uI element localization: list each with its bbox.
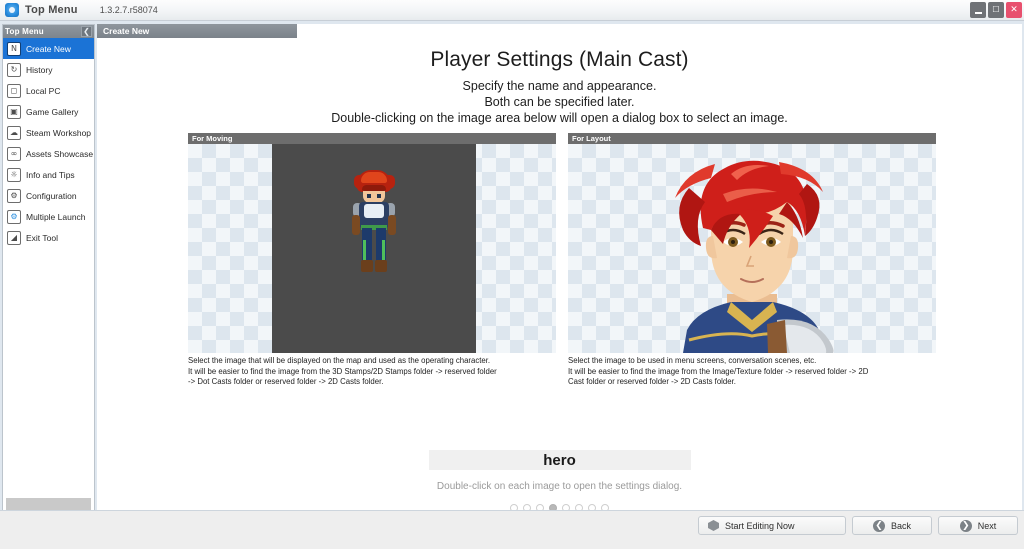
caption-line-1: Select the image to be used in menu scre… <box>568 356 817 365</box>
caption-line-3: Cast folder or reserved folder -> 2D Cas… <box>568 377 736 386</box>
sidebar-item-steam-workshop[interactable]: ☁ Steam Workshop <box>3 122 94 143</box>
panel-header: For Moving <box>188 133 556 144</box>
app-logo-icon <box>5 3 19 17</box>
link-chain-icon: ∞ <box>7 146 21 161</box>
sidebar-item-label: Configuration <box>26 190 77 201</box>
version-label: 1.3.2.7.r58074 <box>99 5 158 15</box>
subtitle-line-3: Double-clicking on the image area below … <box>331 111 788 125</box>
page-title: Player Settings (Main Cast) <box>430 48 689 71</box>
minimize-button[interactable] <box>970 2 986 18</box>
gear-icon: ⚙ <box>7 188 21 203</box>
caption-line-3: -> Dot Casts folder or reserved folder -… <box>188 377 384 386</box>
gallery-image-icon: ▣ <box>7 104 21 119</box>
panel-header-label: For Layout <box>572 134 611 143</box>
sidebar-item-assets-showcase[interactable]: ∞ Assets Showcase <box>3 143 94 164</box>
character-name-field[interactable]: hero <box>428 450 691 470</box>
sidebar-item-configuration[interactable]: ⚙ Configuration <box>3 185 94 206</box>
sidebar-item-exit-tool[interactable]: ◢ Exit Tool <box>3 227 94 248</box>
panel-for-moving[interactable]: For Moving <box>188 133 556 353</box>
start-editing-now-button[interactable]: Start Editing Now <box>698 516 846 535</box>
sidebar-item-label: Game Gallery <box>26 106 79 117</box>
tab-create-new[interactable]: Create New <box>97 24 297 38</box>
sidebar-item-label: History <box>26 64 53 75</box>
multi-launch-icon: ⚙ <box>7 209 21 224</box>
back-button[interactable]: ❮ Back <box>852 516 932 535</box>
page-subtitle: Specify the name and appearance. Both ca… <box>97 78 1022 126</box>
clock-history-icon: ↻ <box>7 62 21 77</box>
close-button[interactable]: ✕ <box>1006 2 1022 18</box>
sidebar-item-history[interactable]: ↻ History <box>3 59 94 80</box>
panel-header-label: For Moving <box>192 134 233 143</box>
maximize-button[interactable]: ☐ <box>988 2 1004 18</box>
caption-line-1: Select the image that will be displayed … <box>188 356 491 365</box>
sidebar-item-local-pc[interactable]: ◻ Local PC <box>3 80 94 101</box>
window-title: Top Menu <box>25 4 78 16</box>
character-name-value: hero <box>543 451 576 469</box>
window-controls: ☐ ✕ <box>970 2 1022 18</box>
footer-bar: Start Editing Now ❮ Back ❯ Next <box>0 510 1024 549</box>
anime-character-portrait <box>675 160 834 353</box>
sidebar-collapse-button[interactable]: ❮ <box>81 26 92 37</box>
tab-label: Create New <box>103 26 150 36</box>
panel-captions: Select the image that will be displayed … <box>188 356 936 388</box>
cloud-icon: ☁ <box>7 125 21 140</box>
footer-buttons: Start Editing Now ❮ Back ❯ Next <box>698 516 1018 535</box>
sidebar-header-label: Top Menu <box>5 27 44 36</box>
caption-line-2: It will be easier to find the image from… <box>568 366 869 376</box>
subtitle-line-1: Specify the name and appearance. <box>462 79 657 93</box>
sidebar-item-label: Create New <box>26 43 71 54</box>
pixel-art-character-sprite <box>351 170 397 288</box>
application-window: Top Menu 1.3.2.7.r58074 ☐ ✕ Top Menu ❮ N… <box>0 0 1024 549</box>
new-document-icon: N <box>7 41 21 56</box>
caption-for-layout: Select the image to be used in menu scre… <box>568 356 936 388</box>
desktop-pc-icon: ◻ <box>7 83 21 98</box>
start-editing-now-label: Start Editing Now <box>725 520 795 531</box>
panel-header: For Layout <box>568 133 936 144</box>
next-label: Next <box>977 520 997 531</box>
sidebar-header: Top Menu ❮ <box>3 25 94 38</box>
sidebar-item-label: Multiple Launch <box>26 211 86 222</box>
panel-for-layout[interactable]: For Layout <box>568 133 936 353</box>
image-panels: For Moving For Layout <box>188 133 936 353</box>
back-label: Back <box>890 520 911 531</box>
content-area: Player Settings (Main Cast) Specify the … <box>97 38 1022 510</box>
sidebar-item-multiple-launch[interactable]: ⚙ Multiple Launch <box>3 206 94 227</box>
sidebar-item-label: Steam Workshop <box>26 127 92 138</box>
tab-strip: Create New <box>97 24 1022 38</box>
sidebar-item-label: Local PC <box>26 85 61 96</box>
portrait-image-dropzone[interactable] <box>568 144 936 353</box>
sidebar-item-info-and-tips[interactable]: ☼ Info and Tips <box>3 164 94 185</box>
sidebar-menu: N Create New ↻ History ◻ Local PC ▣ Game… <box>3 38 94 248</box>
caption-for-moving: Select the image that will be displayed … <box>188 356 556 388</box>
arrow-right-circle-icon: ❯ <box>959 519 972 532</box>
exit-door-icon: ◢ <box>7 230 21 245</box>
sidebar-item-game-gallery[interactable]: ▣ Game Gallery <box>3 101 94 122</box>
title-bar: Top Menu 1.3.2.7.r58074 ☐ ✕ <box>0 0 1024 21</box>
subtitle-line-2: Both can be specified later. <box>484 95 635 109</box>
next-button[interactable]: ❯ Next <box>938 516 1018 535</box>
sidebar-item-label: Info and Tips <box>26 169 75 180</box>
double-click-hint: Double-click on each image to open the s… <box>436 481 683 492</box>
sidebar: Top Menu ❮ N Create New ↻ History ◻ Loca… <box>2 24 95 542</box>
sidebar-item-label: Exit Tool <box>26 232 58 243</box>
sidebar-item-label: Assets Showcase <box>26 148 94 159</box>
sprite-stage-backdrop <box>272 144 476 353</box>
sidebar-item-create-new[interactable]: N Create New <box>3 38 94 59</box>
lightbulb-icon: ☼ <box>7 167 21 182</box>
sprite-image-dropzone[interactable] <box>188 144 556 353</box>
cube-icon <box>708 520 719 531</box>
arrow-left-circle-icon: ❮ <box>872 519 885 532</box>
caption-line-2: It will be easier to find the image from… <box>188 366 497 376</box>
